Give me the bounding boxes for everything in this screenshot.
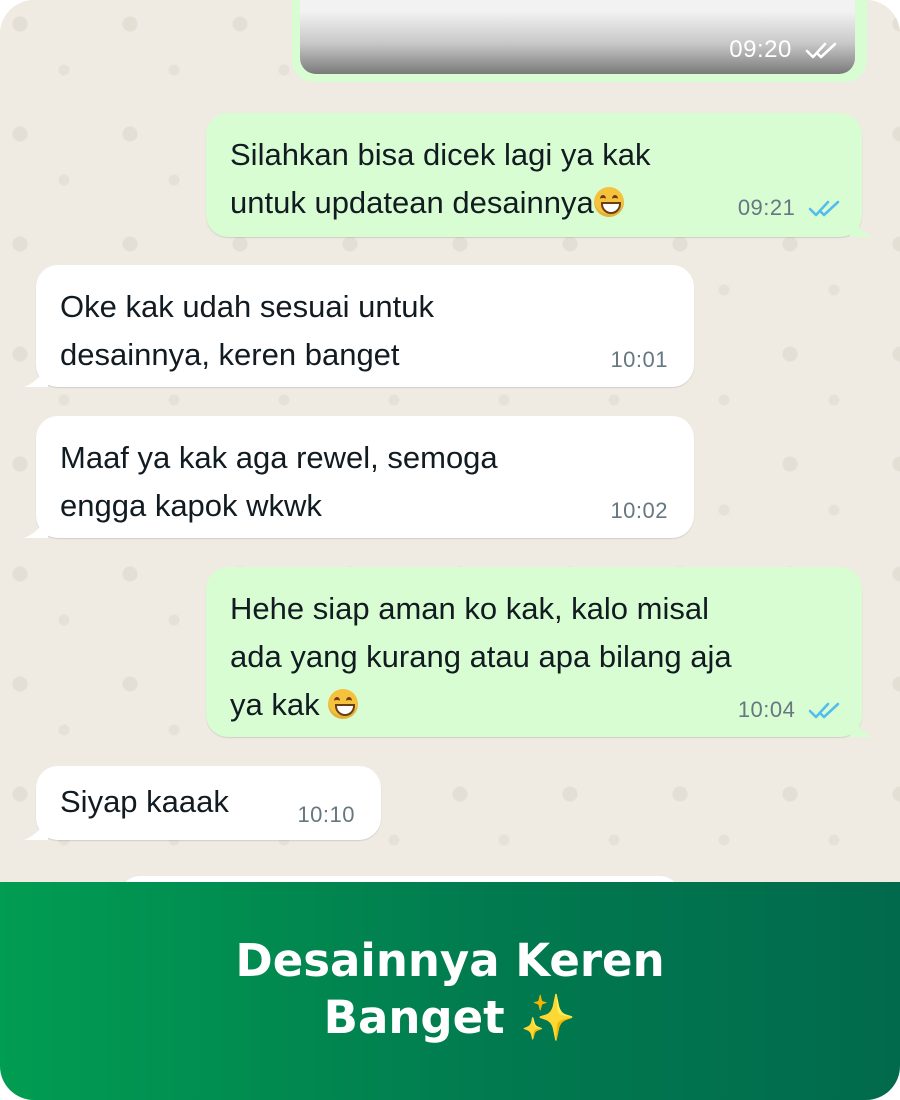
bubble-tail (24, 816, 48, 840)
message-text: Oke kak udah sesuai untuk desainnya, ker… (60, 289, 434, 372)
message-text: Maaf ya kak aga rewel, semoga engga kapo… (60, 440, 498, 523)
message-time: 10:04 (738, 697, 842, 723)
double-check-icon (808, 200, 840, 217)
chat-message-outgoing[interactable]: Silahkan bisa dicek lagi ya kak untuk up… (206, 113, 874, 237)
message-time: 10:02 (610, 498, 668, 523)
chat-message-incoming[interactable]: Oke kak udah sesuai untuk desainnya, ker… (24, 265, 694, 387)
screenshot-frame: 09:20 Silahkan bisa dicek lagi ya kak un… (0, 0, 900, 1100)
chat-message-incoming[interactable]: Maaf ya kak aga rewel, semoga engga kapo… (24, 416, 694, 538)
double-check-icon (808, 702, 840, 719)
message-time: 10:10 (297, 802, 355, 827)
chat-background: 09:20 Silahkan bisa dicek lagi ya kak un… (0, 0, 900, 916)
double-check-icon (805, 42, 837, 59)
image-message-time: 09:20 (729, 36, 839, 64)
chat-message-outgoing[interactable]: Hehe siap aman ko kak, kalo misal ada ya… (206, 567, 874, 737)
image-message[interactable]: 09:20 (292, 0, 867, 82)
message-time: 09:21 (738, 195, 842, 221)
grinning-face-icon (328, 689, 359, 719)
bubble-tail (24, 363, 48, 387)
caption-line-2: Banget ✨ (323, 991, 577, 1044)
caption-banner: Desainnya Keren Banget ✨ (0, 882, 900, 1100)
grinning-face-icon (593, 187, 624, 217)
caption-line-1: Desainnya Keren (235, 934, 665, 987)
caption-title: Desainnya Keren Banget ✨ (0, 932, 900, 1046)
bubble-tail (24, 514, 48, 538)
bubble-tail (850, 213, 874, 237)
chat-message-incoming[interactable]: Siyap kaaak 10:10 (24, 766, 381, 840)
message-time: 10:01 (610, 347, 668, 372)
bubble-tail (850, 713, 874, 737)
